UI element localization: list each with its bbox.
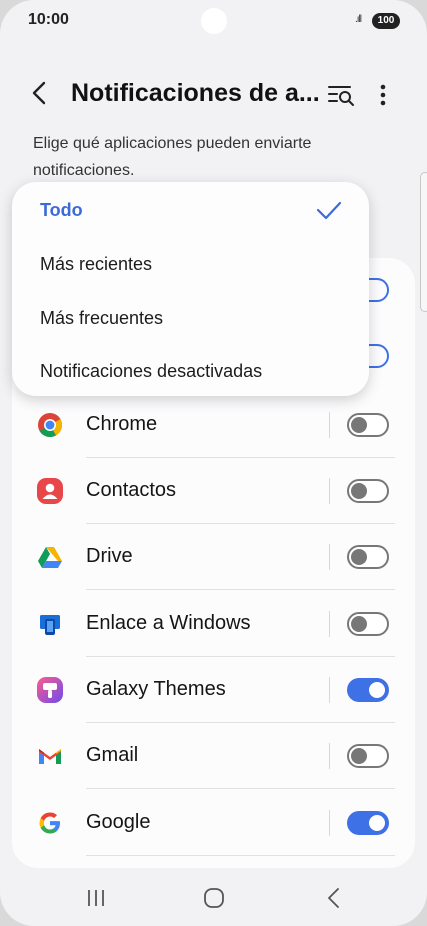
gmail-icon xyxy=(36,742,64,770)
notification-toggle[interactable] xyxy=(347,545,389,569)
notification-toggle[interactable] xyxy=(347,612,389,636)
notification-toggle[interactable] xyxy=(347,811,389,835)
battery-icon: 100 xyxy=(372,13,400,29)
app-row-google[interactable]: Google xyxy=(12,790,415,856)
row-divider xyxy=(86,589,395,590)
divider xyxy=(329,544,330,570)
back-nav-icon[interactable] xyxy=(322,886,346,910)
front-camera xyxy=(201,8,227,34)
galaxy-themes-icon xyxy=(36,676,64,704)
google-icon xyxy=(36,809,64,837)
more-options-icon[interactable] xyxy=(371,80,395,110)
app-name: Chrome xyxy=(86,413,158,435)
app-row-drive[interactable]: Drive xyxy=(12,524,415,590)
notification-toggle[interactable] xyxy=(347,413,389,437)
menu-item-todo[interactable]: Todo xyxy=(40,200,83,221)
app-name: Contactos xyxy=(86,479,177,501)
app-row-contactos[interactable]: Contactos xyxy=(12,458,415,524)
notification-toggle[interactable] xyxy=(347,678,389,702)
notification-toggle[interactable] xyxy=(347,479,389,503)
app-row-chrome[interactable]: Chrome xyxy=(12,392,415,458)
app-name: Google xyxy=(86,811,151,833)
divider xyxy=(329,611,330,637)
recent-apps-icon[interactable] xyxy=(84,886,108,910)
phone-screen: 10:00 .ıll 100 Notificaciones de a... El… xyxy=(0,0,427,926)
menu-item-mas-frecuentes[interactable]: Más frecuentes xyxy=(40,308,163,329)
app-name: Enlace a Windows xyxy=(86,612,251,634)
row-divider xyxy=(86,855,395,856)
app-name: Drive xyxy=(86,545,133,567)
app-row-gmail[interactable]: Gmail xyxy=(12,723,415,789)
chrome-icon xyxy=(36,411,64,439)
menu-item-mas-recientes[interactable]: Más recientes xyxy=(40,254,152,275)
home-icon[interactable] xyxy=(202,886,226,910)
divider xyxy=(329,743,330,769)
divider xyxy=(329,412,330,438)
sort-filter-dropdown: Todo Más recientes Más frecuentes Notifi… xyxy=(12,182,369,396)
menu-item-notificaciones-desactivadas[interactable]: Notificaciones desactivadas xyxy=(40,361,262,382)
navigation-bar xyxy=(0,868,427,926)
page-title: Notificaciones de a... xyxy=(71,79,320,107)
notification-toggle[interactable] xyxy=(347,744,389,768)
row-divider xyxy=(86,788,395,789)
contacts-icon xyxy=(36,477,64,505)
divider xyxy=(329,810,330,836)
link-to-windows-icon xyxy=(36,610,64,638)
status-time: 10:00 xyxy=(28,11,69,28)
divider xyxy=(329,478,330,504)
app-row-enlace-a-windows[interactable]: Enlace a Windows xyxy=(12,591,415,657)
checkmark-icon xyxy=(316,200,342,222)
signal-icon: .ıll xyxy=(355,14,362,25)
divider xyxy=(329,677,330,703)
filter-search-icon[interactable] xyxy=(326,82,356,108)
drive-icon xyxy=(36,543,64,571)
app-name: Gmail xyxy=(86,744,139,766)
status-bar: 10:00 .ıll 100 xyxy=(0,0,427,44)
back-arrow-icon[interactable] xyxy=(28,78,52,108)
page-description: Elige qué aplicaciones pueden enviarte n… xyxy=(33,135,312,179)
scroll-handle[interactable] xyxy=(420,172,427,312)
app-row-galaxy-themes[interactable]: Galaxy Themes xyxy=(12,657,415,723)
app-name: Galaxy Themes xyxy=(86,678,226,700)
